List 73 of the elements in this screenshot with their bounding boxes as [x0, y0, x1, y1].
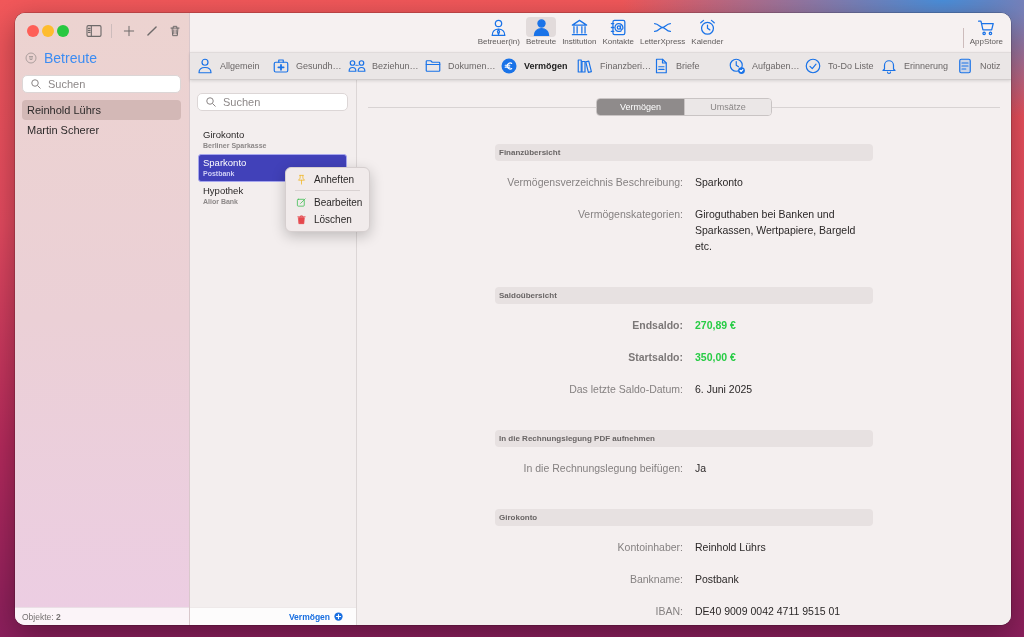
- tab[interactable]: Vermögen: [500, 57, 576, 75]
- sidebar-toggle-icon[interactable]: [86, 24, 102, 38]
- toolbar-button[interactable]: Betreute: [523, 17, 559, 52]
- field-label: In die Rechnungslegung beifügen:: [523, 461, 683, 476]
- section-header: Saldoübersicht: [495, 287, 873, 304]
- sidebar-title: Betreute: [44, 50, 97, 66]
- section-header: In die Rechnungslegung PDF aufnehmen: [495, 430, 873, 447]
- field-value: Postbank: [695, 572, 739, 587]
- section-header: Girokonto: [495, 509, 873, 526]
- field-value: 270,89 €: [695, 318, 736, 333]
- two-people-icon: [348, 57, 366, 75]
- field-value: 350,00 €: [695, 350, 736, 365]
- search-field[interactable]: Suchen: [22, 75, 181, 93]
- section-header: Finanzübersicht: [495, 144, 873, 161]
- field-value: Sparkonto: [695, 175, 743, 190]
- tab[interactable]: Beziehun…: [348, 57, 424, 75]
- field-label: Vermögensverzeichnis Beschreibung:: [507, 175, 683, 190]
- tab[interactable]: To-Do Liste: [804, 57, 880, 75]
- plus-icon[interactable]: [122, 24, 136, 38]
- menu-item[interactable]: Löschen: [286, 211, 369, 228]
- field-label: IBAN:: [655, 604, 683, 619]
- tab[interactable]: Erinnerung: [880, 57, 956, 75]
- field-label: Endsaldo:: [632, 318, 683, 333]
- sidebar-item[interactable]: Martin Scherer: [22, 120, 181, 140]
- person-icon: [196, 57, 214, 75]
- note-icon: [956, 57, 974, 75]
- field-label: Bankname:: [629, 572, 683, 587]
- field-value: Reinhold Lührs: [695, 540, 766, 555]
- trash-icon: [296, 214, 307, 225]
- toolbar-button[interactable]: Kontakte: [600, 17, 636, 52]
- toolbar-button[interactable]: Institution: [560, 17, 599, 52]
- toolbar-button[interactable]: Betreuer(in): [475, 17, 522, 52]
- toolbar-button[interactable]: LetterXpress: [637, 17, 688, 52]
- segment-button[interactable]: Vermögen: [597, 99, 684, 115]
- check-circle-icon: [804, 57, 822, 75]
- edit-icon: [296, 197, 307, 208]
- pencil-icon[interactable]: [145, 24, 159, 38]
- toolbar-button[interactable]: Kalender: [689, 17, 726, 52]
- list-circle-icon: [25, 52, 37, 64]
- tab[interactable]: Notiz: [956, 57, 1001, 75]
- folder-icon: [424, 57, 442, 75]
- field-value: Ja: [695, 461, 707, 476]
- field-value: Giroguthaben bei Banken und Sparkassen, Wertpapiere, Bargeld etc.: [695, 207, 857, 254]
- fullscreen-icon[interactable]: [57, 25, 69, 37]
- field-value: DE40 9009 0042 4711 9515 01: [695, 604, 841, 619]
- search-field[interactable]: Suchen: [197, 93, 348, 111]
- sidebar-item[interactable]: Reinhold Lührs: [22, 100, 181, 120]
- field-label: Vermögenskategorien:: [577, 207, 683, 222]
- menu-item[interactable]: Bearbeiten: [286, 194, 369, 211]
- field-label: Kontoinhaber:: [617, 540, 683, 555]
- field-value: 6. Juni 2025: [695, 382, 753, 397]
- object-count: Objekte: 2: [22, 611, 61, 622]
- medical-case-icon: [272, 57, 290, 75]
- search-icon: [30, 78, 42, 90]
- bell-icon: [880, 57, 898, 75]
- tab[interactable]: Finanzberi…: [576, 57, 652, 75]
- tab[interactable]: Allgemein: [196, 57, 272, 75]
- field-label: Startsaldo:: [628, 350, 683, 365]
- tab[interactable]: Dokumen…: [424, 57, 500, 75]
- close-icon[interactable]: [27, 25, 39, 37]
- tab[interactable]: Briefe: [652, 57, 728, 75]
- books-icon: [576, 57, 594, 75]
- clock-check-icon: [728, 57, 746, 75]
- plus-circle-icon: [334, 612, 343, 621]
- tab[interactable]: Aufgaben…: [728, 57, 804, 75]
- tab[interactable]: Gesundh…: [272, 57, 348, 75]
- field-label: Das letzte Saldo-Datum:: [569, 382, 683, 397]
- toolbar-button[interactable]: AppStore: [967, 17, 1005, 47]
- minimize-icon[interactable]: [42, 25, 54, 37]
- trash-icon[interactable]: [168, 24, 182, 38]
- pin-icon: [296, 174, 307, 185]
- search-icon: [205, 96, 217, 108]
- euro-icon: [500, 57, 518, 75]
